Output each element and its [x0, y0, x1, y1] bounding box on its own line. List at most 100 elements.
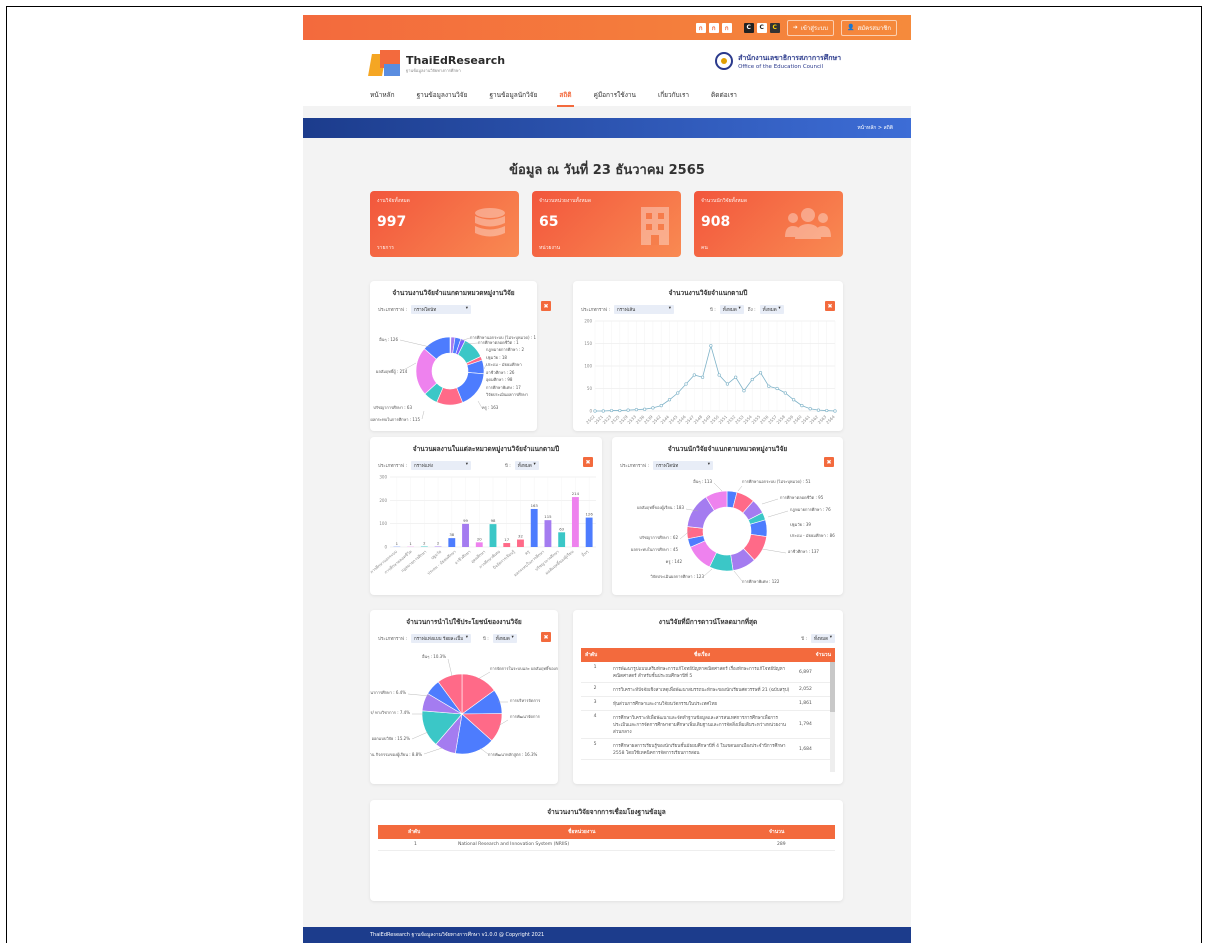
chart-label: การพัฒนาหลักสูตร : 16.3% — [488, 752, 538, 758]
login-button[interactable]: ➜ เข้าสู่ระบบ — [786, 19, 834, 36]
table-row[interactable]: 1 การพัฒนารูปแบบเสริมทักษะการแก้โจทย์ปัญห… — [581, 662, 835, 683]
chart-label: การพัฒนาจัดการ — [510, 714, 541, 719]
chart-label: อาชีวศึกษา : 137 — [788, 549, 819, 554]
table-row[interactable]: 2 การวิเคราะห์ปัจจัยเชิงสาเหตุเพื่อพัฒนาส… — [581, 682, 835, 697]
nav-statistics[interactable]: สถิติ — [557, 90, 574, 107]
breadcrumb-bar: หน้าหลัก > สถิติ — [303, 118, 911, 138]
data-label: 126 — [586, 512, 594, 517]
chart-label: ผลสัมฤทธิ์ผู้ : 214 — [376, 368, 408, 375]
chart-label: ปรัชญาการศึกษา : 62 — [639, 535, 678, 540]
card-research-usage: จำนวนการนำไปใช้ประโยชน์ของงานวิจัย ประเภ… — [370, 610, 558, 784]
font-size-medium-button[interactable]: ก — [708, 22, 719, 33]
table-row[interactable]: 3 หุ้นส่วนการศึกษาและงานวิจัยนวัตกรรมในปร… — [581, 696, 835, 711]
chart-label: อื่นๆ : 113 — [693, 479, 713, 484]
table-row[interactable]: 4 การศึกษาวิเคราะห์เพื่อพัฒนาและจัดทำฐานข… — [581, 710, 835, 739]
contrast-light-button[interactable]: C — [756, 22, 767, 33]
thaiedresearch-logo[interactable]: ThaiEdResearch ฐานข้อมูลงานวิจัยทางการศึ… — [368, 50, 505, 78]
data-point — [667, 398, 672, 402]
data-label: 2 — [437, 541, 440, 546]
chart-label: การพัฒนาผ่าน กิจกรรมของผู้เรียน : 8.8% — [370, 752, 422, 758]
chart-label: การศึกษานอกระบบ (ไม่ระบุหมวด) : 51 — [742, 479, 811, 485]
data-label: 1 — [409, 541, 412, 546]
y-tick-label: 300 — [379, 475, 387, 480]
y-tick-label: 100 — [584, 364, 592, 369]
data-point — [792, 398, 796, 402]
export-button[interactable]: ✖ — [541, 301, 551, 311]
x-tick-label: อาชีวศึกษา — [453, 549, 471, 565]
export-button[interactable]: ✖ — [825, 301, 835, 311]
font-size-large-button[interactable]: ก — [721, 22, 732, 33]
x-tick-label: ครู — [524, 548, 532, 556]
x-tick-label: ปฐมวัย — [430, 549, 442, 561]
chart-label: ครู : 142 — [666, 559, 683, 565]
building-icon — [641, 207, 669, 245]
data-point — [767, 384, 771, 388]
chart-label: กฎหมายการศึกษา : 76 — [790, 507, 831, 512]
nav-home[interactable]: หน้าหลัก — [370, 90, 395, 104]
data-label: 214 — [572, 491, 580, 496]
chart-label: ผลกระทบในการศึกษา : 45 — [631, 547, 678, 552]
leader-line — [483, 364, 487, 370]
data-label: 2 — [423, 541, 426, 546]
chart-label: อื่นๆ : 126 — [379, 337, 399, 342]
data-point — [684, 382, 688, 386]
data-point — [742, 389, 746, 393]
nav-manual[interactable]: คู่มือการใช้งาน — [594, 90, 636, 104]
chart-label: นโยบายการจัดการ/ ทางวิชาการ : 7.4% — [370, 710, 410, 715]
table-row[interactable]: 5 การศึกษาผลการเรียนรู้ของนักเรียนชั้นมัธ… — [581, 738, 835, 760]
contrast-yellow-button[interactable]: C — [769, 22, 780, 33]
data-label: 38 — [449, 532, 454, 537]
nav-researcher-db[interactable]: ฐานข้อมูลนักวิจัย — [489, 90, 537, 104]
chart-label: ผลกระทบในการศึกษา : 115 — [370, 417, 420, 422]
breadcrumb[interactable]: หน้าหลัก > สถิติ — [857, 124, 893, 132]
data-point — [783, 391, 787, 395]
donut-chart: การศึกษานอกระบบ (ไม่ระบุหมวด) : 1การศึกษ… — [370, 335, 536, 422]
contrast-dark-button[interactable]: C — [743, 22, 754, 33]
year-select[interactable]: ทั้งหมด ▾ — [811, 634, 835, 643]
table-scrollbar[interactable] — [830, 662, 835, 772]
table-row[interactable]: 1 National Research and Innovation Syste… — [378, 839, 835, 851]
downloads-table-container[interactable]: ลำดับ ชื่อเรื่อง จำนวน 1 การพัฒนารูปแบบเส… — [581, 648, 835, 772]
data-label: 20 — [477, 536, 482, 541]
chart-label: อุดมศึกษา : 98 — [486, 377, 513, 383]
data-point — [775, 386, 779, 391]
leader-line — [399, 362, 417, 373]
nav-about[interactable]: เกี่ยวกับเรา — [658, 90, 689, 104]
data-point — [758, 371, 763, 375]
year-select[interactable]: ทั้งหมด ▾ — [492, 634, 517, 643]
site-header: ThaiEdResearch ฐานข้อมูลงานวิจัยทางการศึ… — [303, 40, 911, 107]
export-button[interactable]: ✖ — [583, 457, 593, 467]
chart-label: ครู : 163 — [482, 405, 499, 411]
bar — [517, 539, 524, 547]
nav-contact[interactable]: ติดต่อเรา — [711, 90, 737, 104]
data-point — [601, 409, 605, 413]
chart-label: ปฐมวัย : 39 — [790, 522, 811, 527]
data-point — [808, 407, 812, 411]
card-research-by-category: จำนวนงานวิจัยจำแนกตามหมวดหมู่งานวิจัย ปร… — [370, 281, 551, 431]
leader-line — [737, 485, 743, 492]
card-top-downloads: งานวิจัยที่มีการดาวน์โหลดมากที่สุด ปี : … — [573, 610, 843, 784]
x-tick-label: อื่นๆ — [580, 549, 589, 558]
chart-label: กฎหมายการศึกษา : 2 — [486, 347, 525, 352]
linked-table: ลำดับ ชื่อหน่วยงาน จำนวน 1 National Rese… — [378, 825, 835, 851]
leader-line — [733, 570, 743, 582]
y-tick-label: 50 — [587, 386, 593, 391]
data-point — [692, 373, 696, 377]
export-button[interactable]: ✖ — [824, 457, 834, 467]
line-chart: 0501001502002502252125232525252925332536… — [584, 319, 837, 425]
data-point — [709, 344, 713, 348]
export-button[interactable]: ✖ — [541, 632, 551, 642]
stat-card-researchers: จำนวนนักวิจัยทั้งหมด 908 คน — [694, 191, 843, 257]
data-point — [659, 403, 663, 408]
register-button[interactable]: 👤 สมัครสมาชิก — [840, 19, 897, 36]
chart-type-select[interactable]: กราฟแท่งแบบ ร้อยละเปิ้ม ▾ — [410, 634, 471, 643]
chart-label: อาชีวศึกษา : 26 — [486, 370, 515, 375]
main-nav: หน้าหลัก ฐานข้อมูลงานวิจัย ฐานข้อมูลนักว… — [370, 90, 759, 107]
bar — [503, 543, 511, 547]
card-linked-databases: จำนวนงานวิจัยจากการเชื่อมโยงฐานข้อมูล ลำ… — [370, 800, 843, 901]
data-label: 98 — [491, 518, 496, 523]
font-size-small-button[interactable]: ก — [695, 22, 706, 33]
nav-research-db[interactable]: ฐานข้อมูลงานวิจัย — [417, 90, 468, 104]
oec-logo[interactable]: สำนักงานเลขาธิการสภาการศึกษา Office of t… — [715, 52, 841, 70]
bar — [489, 524, 497, 547]
